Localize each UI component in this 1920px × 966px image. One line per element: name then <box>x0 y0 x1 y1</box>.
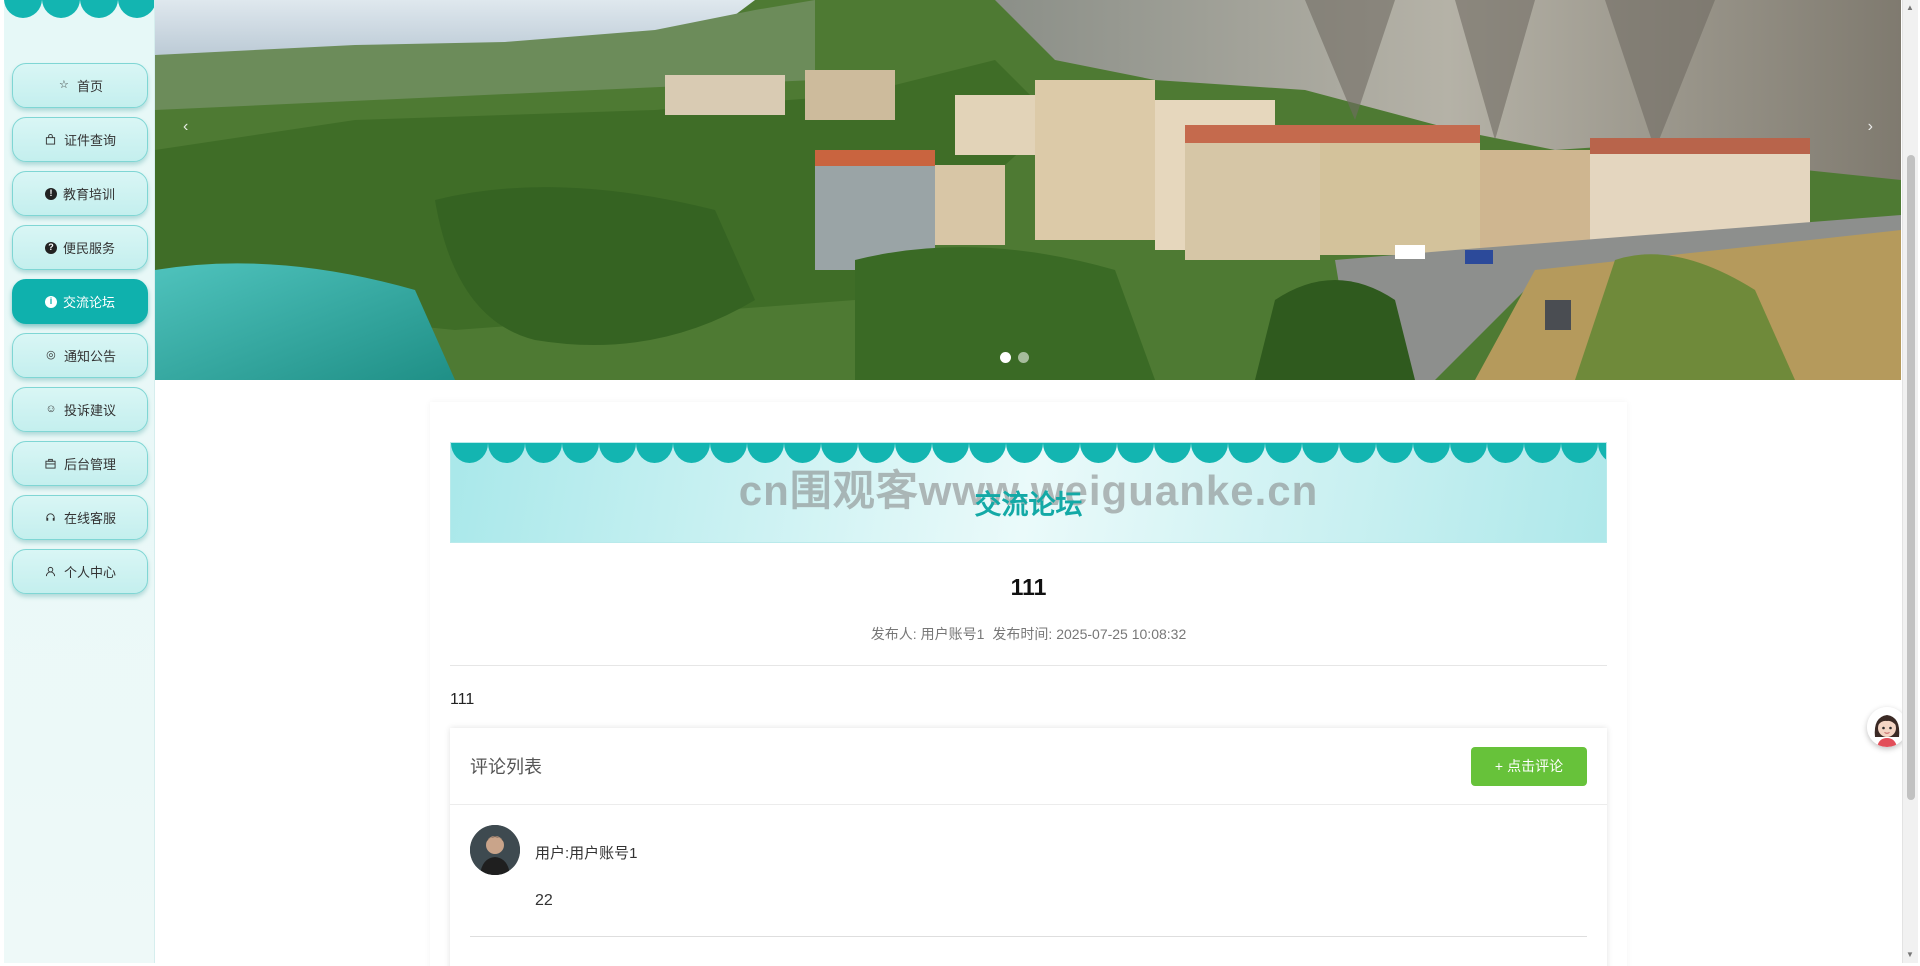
add-comment-label: 点击评论 <box>1507 758 1564 774</box>
sidebar-item-customer-service[interactable]: 在线客服 <box>12 495 148 540</box>
sidebar-item-home[interactable]: ☆ 首页 <box>12 63 148 108</box>
title-wave-decoration <box>451 443 1606 463</box>
sidebar-nav: ☆ 首页 证件查询 ! 教育培训 ? 便民服务 i 交流论坛 ◎ 通知公告 ☺ … <box>12 63 148 603</box>
carousel-dot-2[interactable] <box>1018 352 1029 363</box>
sidebar-item-notices[interactable]: ◎ 通知公告 <box>12 333 148 378</box>
sidebar-item-admin[interactable]: 后台管理 <box>12 441 148 486</box>
scroll-down-arrow-icon[interactable]: ▼ <box>1906 950 1914 959</box>
comments-header: 评论列表 + 点击评论 <box>450 728 1607 805</box>
comments-panel: 评论列表 + 点击评论 用户:用户账号1 22 <box>450 728 1607 966</box>
comment-user-name: 用户账号1 <box>569 845 638 862</box>
sidebar-item-education[interactable]: ! 教育培训 <box>12 171 148 216</box>
sidebar-wave-decoration <box>4 0 154 18</box>
comments-title: 评论列表 <box>470 757 542 777</box>
comment-user-label: 用户: <box>535 845 570 862</box>
bag-icon <box>44 133 58 147</box>
plus-icon: + <box>1494 758 1504 774</box>
sidebar-item-profile[interactable]: 个人中心 <box>12 549 148 594</box>
comment-user: 用户:用户账号1 <box>535 842 638 863</box>
question-circle-icon: ? <box>44 241 57 254</box>
headset-icon <box>44 511 58 525</box>
avatar <box>470 825 520 875</box>
forum-detail-card: cn围观客www.weiguanke.cn 交流论坛 111 发布人: 用户账号1… <box>430 402 1627 966</box>
carousel-dot-1[interactable] <box>1000 352 1011 363</box>
section-title: 交流论坛 <box>974 490 1083 520</box>
page-scrollbar[interactable]: ▲ ▼ <box>1902 0 1918 963</box>
alert-circle-icon: ! <box>44 187 57 200</box>
author-name: 用户账号1 <box>920 626 985 642</box>
carousel-next-arrow[interactable]: › <box>1868 118 1873 136</box>
post-title: 111 <box>1010 574 1047 600</box>
info-circle-icon: i <box>44 295 57 308</box>
post-time: 2025-07-25 10:08:32 <box>1056 626 1187 642</box>
sidebar-item-label: 投诉建议 <box>63 403 116 418</box>
sidebar-item-label: 教育培训 <box>62 187 115 202</box>
assistant-avatar-icon <box>1867 707 1907 747</box>
author-label: 发布人: <box>870 626 917 642</box>
post-content: 111 <box>450 691 475 708</box>
banner-carousel: ‹ › <box>155 0 1901 380</box>
sidebar-item-label: 交流论坛 <box>62 295 115 310</box>
banner-image <box>155 0 1901 380</box>
time-label: 发布时间: <box>992 626 1053 642</box>
briefcase-icon <box>44 457 58 471</box>
comment-item: 用户:用户账号1 22 <box>470 805 1587 937</box>
section-title-banner: cn围观客www.weiguanke.cn 交流论坛 <box>450 442 1607 543</box>
add-comment-button[interactable]: + 点击评论 <box>1471 746 1587 786</box>
sidebar-item-label: 通知公告 <box>63 349 116 364</box>
sidebar-item-label: 首页 <box>76 79 103 94</box>
scroll-up-arrow-icon[interactable]: ▲ <box>1906 3 1914 12</box>
scrollbar-thumb[interactable] <box>1907 155 1915 800</box>
sidebar-item-certificate-query[interactable]: 证件查询 <box>12 117 148 162</box>
sidebar-item-label: 后台管理 <box>63 457 116 472</box>
user-icon <box>44 565 58 579</box>
sidebar-item-services[interactable]: ? 便民服务 <box>12 225 148 270</box>
sidebar-item-complaints[interactable]: ☺ 投诉建议 <box>12 387 148 432</box>
smile-icon: ☺ <box>45 403 57 415</box>
divider <box>450 665 1607 666</box>
sidebar-item-label: 个人中心 <box>63 565 116 580</box>
star-icon: ☆ <box>59 79 69 91</box>
target-icon: ◎ <box>46 349 56 361</box>
assistant-avatar-button[interactable] <box>1867 707 1907 747</box>
sidebar-item-label: 在线客服 <box>63 511 116 526</box>
sidebar: ☆ 首页 证件查询 ! 教育培训 ? 便民服务 i 交流论坛 ◎ 通知公告 ☺ … <box>4 0 155 963</box>
comment-text: 22 <box>535 892 553 909</box>
post-meta: 发布人: 用户账号1 发布时间: 2025-07-25 10:08:32 <box>430 624 1627 644</box>
sidebar-item-forum[interactable]: i 交流论坛 <box>12 279 148 324</box>
carousel-indicators <box>1000 352 1029 363</box>
sidebar-item-label: 证件查询 <box>63 133 116 148</box>
carousel-prev-arrow[interactable]: ‹ <box>183 118 188 136</box>
sidebar-item-label: 便民服务 <box>62 241 115 256</box>
